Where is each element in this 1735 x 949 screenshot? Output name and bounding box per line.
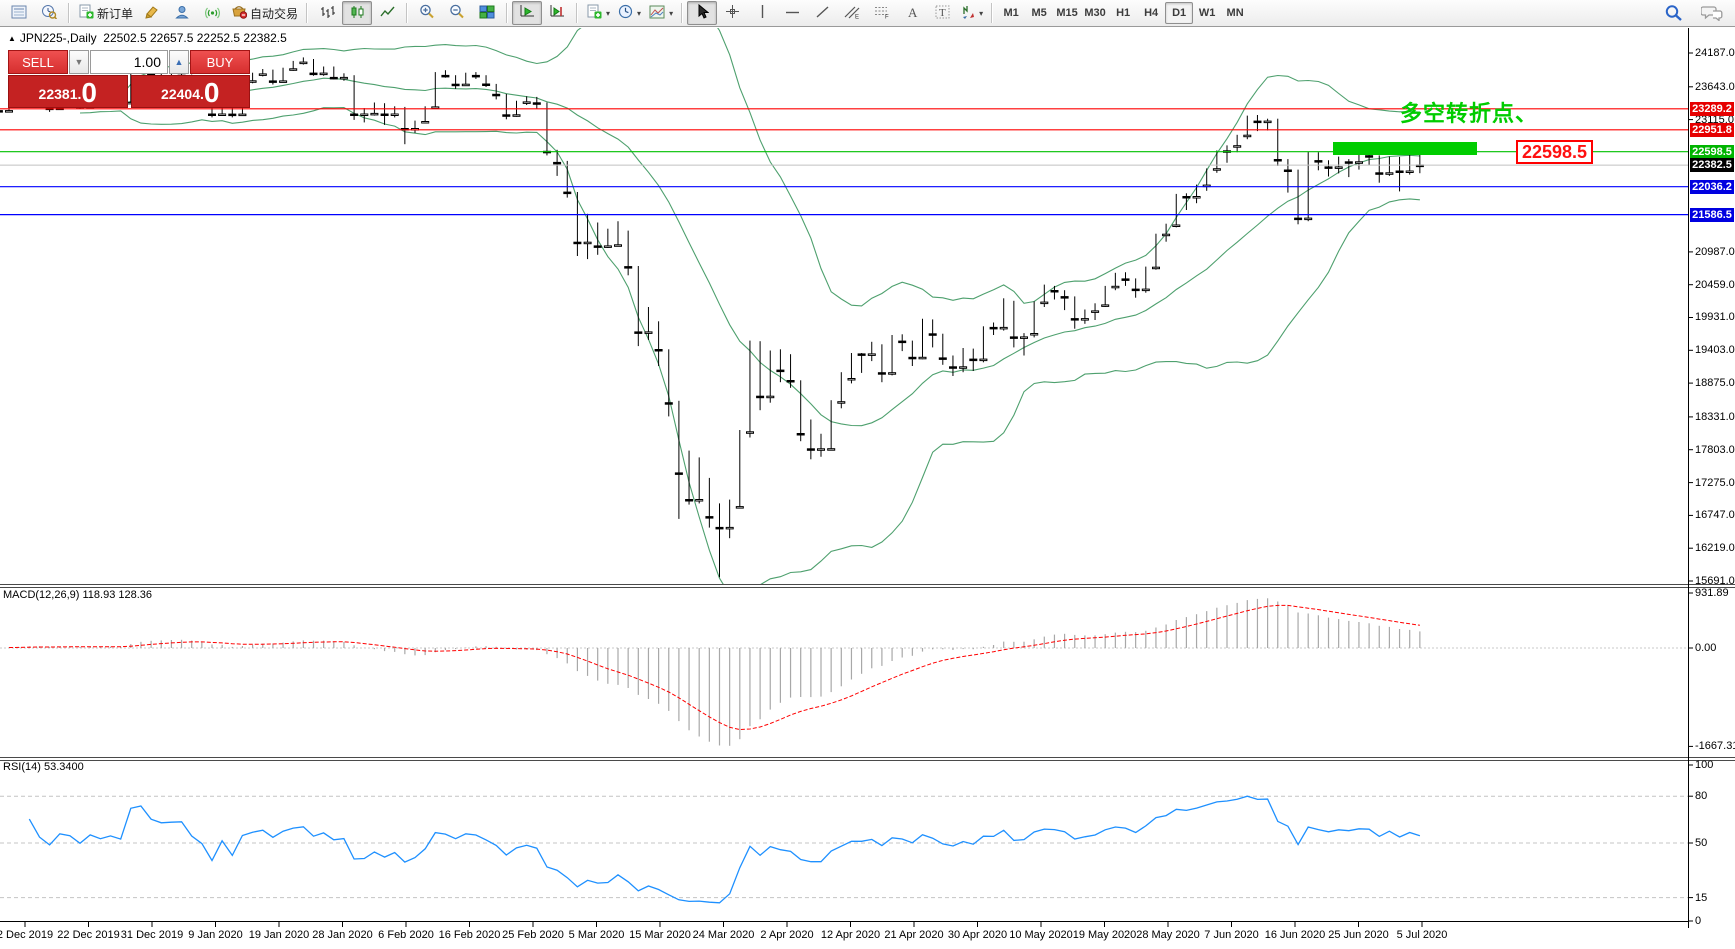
chart-canvas[interactable]	[0, 0, 1735, 949]
mt4-window: ▲JPN225-,Daily 22502.5 22657.5 22252.5 2…	[0, 0, 1735, 949]
macd-pane	[0, 598, 1688, 746]
volume-down-button[interactable]: ▼	[69, 50, 89, 74]
highlight-rectangle[interactable]	[1333, 142, 1477, 155]
one-click-trade-panel: SELL ▼ 1.00 ▲ BUY 22381.0 22404.0	[8, 50, 250, 108]
macd-signal-line	[9, 605, 1420, 729]
buy-price-display[interactable]: 22404.0	[131, 75, 251, 108]
rsi-line	[29, 796, 1420, 903]
sell-price-display[interactable]: 22381.0	[8, 75, 128, 108]
candlestick-series	[0, 57, 1423, 577]
rsi-pane	[0, 796, 1688, 903]
macd-histogram	[9, 598, 1420, 746]
volume-up-button[interactable]: ▲	[169, 50, 189, 74]
sell-button[interactable]: SELL	[8, 50, 68, 74]
volume-input[interactable]: 1.00	[90, 50, 168, 74]
bollinger-upper-band	[80, 3, 1420, 306]
buy-button[interactable]: BUY	[190, 50, 250, 74]
main-price-pane	[0, 3, 1688, 595]
chart-frame	[0, 28, 1735, 928]
